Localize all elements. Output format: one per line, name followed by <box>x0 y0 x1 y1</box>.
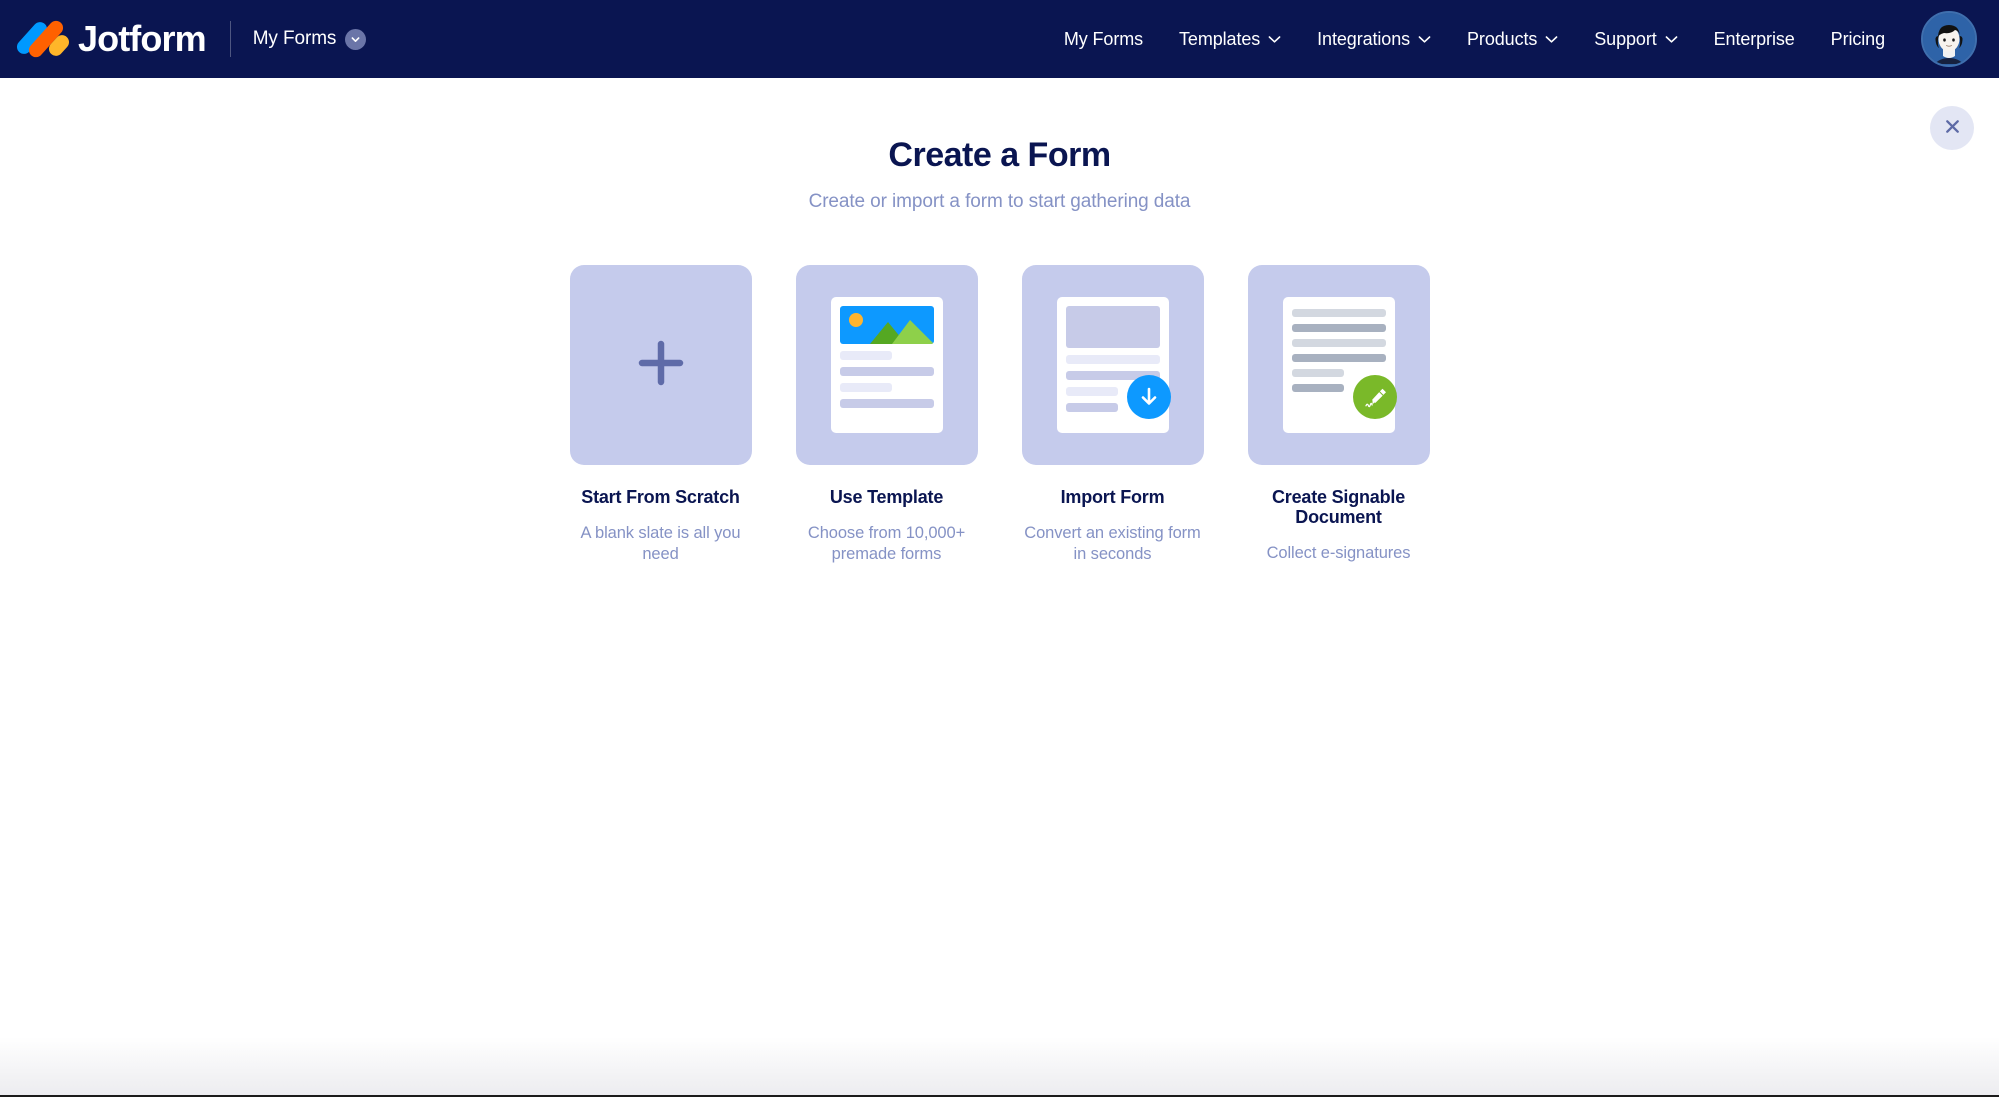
nav-item-label: Products <box>1467 28 1538 49</box>
nav-item-templates[interactable]: Templates <box>1161 21 1299 58</box>
main-nav: My Forms Templates Integrations Products… <box>1046 11 1977 67</box>
option-card-import-form[interactable]: Import Form Convert an existing form in … <box>1021 265 1204 564</box>
bottom-shadow <box>0 1037 1999 1097</box>
nav-item-label: Templates <box>1179 28 1261 49</box>
card-thumbnail <box>795 265 978 465</box>
nav-item-label: Pricing <box>1830 28 1885 49</box>
card-title: Start From Scratch <box>581 487 740 507</box>
card-thumbnail <box>1021 265 1204 465</box>
card-description: Choose from 10,000+ premade forms <box>807 524 966 563</box>
chevron-down-icon <box>1268 35 1281 44</box>
chevron-down-icon <box>1665 35 1678 44</box>
signable-document-icon <box>1282 297 1397 433</box>
create-options-list: Start From Scratch A blank slate is all … <box>0 265 1999 564</box>
import-document-icon <box>1056 297 1171 433</box>
chevron-down-icon <box>1418 35 1431 44</box>
nav-item-support[interactable]: Support <box>1576 21 1695 58</box>
nav-item-products[interactable]: Products <box>1449 21 1576 58</box>
create-form-page: Create a Form Create or import a form to… <box>0 78 1999 1097</box>
nav-item-label: Enterprise <box>1713 28 1795 49</box>
card-description: A blank slate is all you need <box>580 524 741 563</box>
card-description: Convert an existing form in seconds <box>1024 524 1201 563</box>
close-button[interactable] <box>1930 106 1974 150</box>
card-thumbnail <box>1247 265 1430 465</box>
user-avatar-icon[interactable] <box>1921 11 1977 67</box>
template-document-icon <box>830 297 943 433</box>
nav-item-integrations[interactable]: Integrations <box>1299 21 1449 58</box>
template-image-placeholder <box>839 306 934 344</box>
brand-logo[interactable]: Jotform <box>14 17 207 61</box>
nav-item-label: My Forms <box>1063 28 1144 49</box>
page-title: Create a Form <box>888 136 1111 174</box>
option-card-create-signable-document[interactable]: Create Signable Document Collect e-signa… <box>1247 265 1430 564</box>
close-icon <box>1943 117 1962 139</box>
workspace-switcher[interactable]: My Forms <box>253 28 367 50</box>
option-card-start-from-scratch[interactable]: Start From Scratch A blank slate is all … <box>569 265 752 564</box>
card-title: Create Signable Document <box>1271 487 1406 528</box>
card-description: Collect e-signatures <box>1266 544 1411 563</box>
nav-item-label: Integrations <box>1317 28 1411 49</box>
card-thumbnail <box>569 265 752 465</box>
top-navigation-bar: Jotform My Forms My Forms Templates Inte… <box>0 0 1999 78</box>
mountain-icon <box>869 320 934 344</box>
card-title: Use Template <box>829 487 944 507</box>
logo-wordmark: Jotform <box>78 18 207 59</box>
chevron-down-icon <box>345 28 367 50</box>
document-header-placeholder <box>1065 306 1160 348</box>
workspace-switcher-label: My Forms <box>252 28 337 49</box>
nav-item-enterprise[interactable]: Enterprise <box>1696 21 1813 58</box>
import-download-icon <box>1126 375 1171 419</box>
option-card-use-template[interactable]: Use Template Choose from 10,000+ premade… <box>795 265 978 564</box>
header-divider <box>229 21 231 57</box>
nav-item-pricing[interactable]: Pricing <box>1813 21 1903 58</box>
plus-icon <box>631 333 691 398</box>
chevron-down-icon <box>1545 35 1558 44</box>
signature-pen-icon <box>1352 375 1397 419</box>
jotform-logo-icon <box>14 17 72 61</box>
card-title: Import Form <box>1060 487 1165 507</box>
nav-item-label: Support <box>1594 28 1657 49</box>
page-subtitle: Create or import a form to start gatheri… <box>808 191 1191 212</box>
nav-item-my-forms[interactable]: My Forms <box>1046 21 1161 58</box>
